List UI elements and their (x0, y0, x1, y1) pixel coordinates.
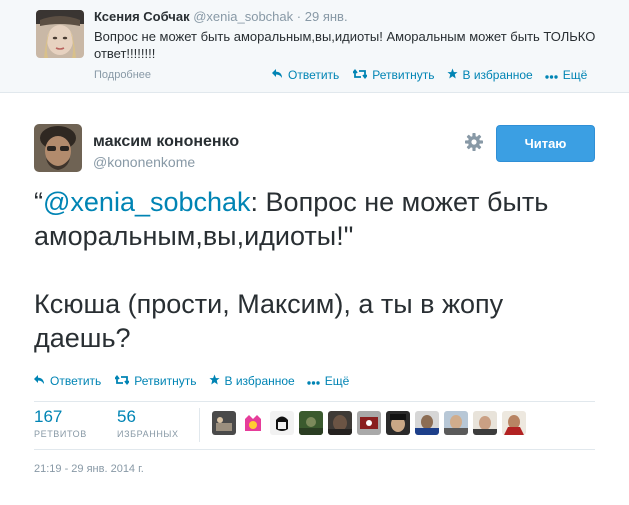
main-fullname[interactable]: максим кононенко (93, 133, 239, 151)
avatar[interactable] (212, 411, 236, 435)
avatar[interactable] (386, 411, 410, 435)
parent-timestamp[interactable]: 29 янв. (305, 9, 348, 24)
main-more-label: Ещё (324, 374, 350, 388)
parent-more-action[interactable]: Ещё (545, 68, 588, 82)
parent-reply-action[interactable]: Ответить (272, 68, 339, 82)
parent-favorite-action[interactable]: В избранное (446, 68, 533, 82)
ellipsis-icon (307, 374, 325, 388)
retweets-count: 167 (34, 407, 63, 426)
main-avatar[interactable] (34, 124, 82, 172)
avatar[interactable] (299, 411, 323, 435)
parent-reply-label: Ответить (288, 68, 340, 82)
favorites-stat[interactable]: 56 ИЗБРАННЫХ (117, 407, 179, 439)
main-retweet-action[interactable]: Ретвитнуть (114, 374, 197, 388)
star-icon (208, 374, 225, 388)
parent-tweet-text: Вопрос не может быть аморальным,вы,идиот… (94, 29, 596, 61)
main-reply-label: Ответить (50, 374, 102, 388)
avatar[interactable] (444, 411, 468, 435)
retweeter-avatars (212, 411, 526, 435)
main-tweet-quote: “@xenia_sobchak: Вопрос не может быть ам… (34, 185, 604, 253)
favorites-label: ИЗБРАННЫХ (117, 429, 179, 439)
retweets-label: РЕТВИТОВ (34, 429, 87, 439)
retweets-stat[interactable]: 167 РЕТВИТОВ (34, 407, 87, 439)
follow-button[interactable]: Читаю (496, 125, 595, 162)
avatar[interactable] (473, 411, 497, 435)
parent-tweet-actions: Ответить Ретвитнуть В избранное Ещё (272, 68, 587, 82)
avatar[interactable] (357, 411, 381, 435)
avatar[interactable] (270, 411, 294, 435)
parent-tweet: Ксения Собчак @xenia_sobchak · 29 янв. В… (0, 0, 629, 93)
main-more-action[interactable]: Ещё (307, 374, 350, 388)
parent-more-label: Ещё (562, 68, 588, 82)
parent-fullname[interactable]: Ксения Собчак (94, 9, 190, 24)
main-tweet-timestamp: 21:19 - 29 янв. 2014 г. (34, 463, 144, 475)
stats-separator (199, 408, 200, 442)
retweet-icon (114, 374, 134, 388)
main-screen-name[interactable]: @kononenkome (93, 154, 195, 170)
gear-icon[interactable] (464, 132, 484, 152)
quote-open-mark: “ (34, 187, 43, 217)
main-tweet-comment: Ксюша (прости, Максим), а ты в жопу даеш… (34, 289, 504, 353)
favorites-count: 56 (117, 407, 136, 426)
parent-separator-dot: · (296, 9, 302, 24)
ellipsis-icon (545, 68, 563, 82)
avatar[interactable] (328, 411, 352, 435)
main-favorite-action[interactable]: В избранное (208, 374, 295, 388)
avatar[interactable] (502, 411, 526, 435)
reply-arrow-icon (272, 68, 288, 82)
stats-divider-top (34, 401, 595, 402)
parent-details-link[interactable]: Подробнее (94, 69, 151, 81)
main-retweet-label: Ретвитнуть (134, 374, 197, 388)
main-favorite-label: В избранное (224, 374, 295, 388)
parent-retweet-label: Ретвитнуть (372, 68, 435, 82)
parent-favorite-label: В избранное (462, 68, 533, 82)
star-icon (446, 68, 463, 82)
avatar[interactable] (415, 411, 439, 435)
parent-retweet-action[interactable]: Ретвитнуть (352, 68, 435, 82)
main-tweet-text: “@xenia_sobchak: Вопрос не может быть ам… (34, 185, 604, 355)
reply-arrow-icon (34, 374, 50, 388)
parent-screen-name[interactable]: @xenia_sobchak (193, 9, 293, 24)
avatar[interactable] (241, 411, 265, 435)
retweet-icon (352, 68, 372, 82)
main-reply-action[interactable]: Ответить (34, 374, 101, 388)
parent-tweet-header: Ксения Собчак @xenia_sobchak · 29 янв. (94, 9, 348, 24)
stats-divider-bottom (34, 449, 595, 450)
parent-avatar[interactable] (36, 10, 84, 58)
main-tweet-actions: Ответить Ретвитнуть В избранное Ещё (34, 374, 349, 388)
mention-link[interactable]: @xenia_sobchak (43, 187, 251, 217)
